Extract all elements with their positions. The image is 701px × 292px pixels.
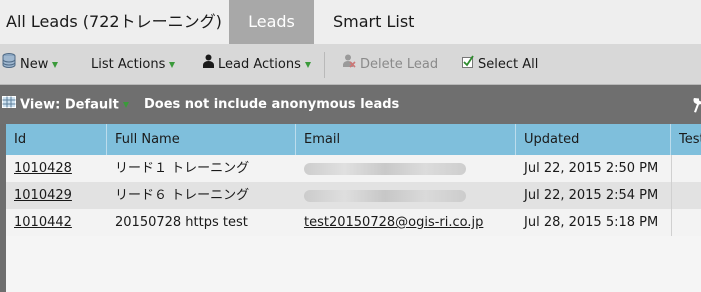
lead-email-obscured <box>296 182 466 209</box>
checkbox-icon <box>462 44 474 85</box>
app-root: All Leads (722トレーニング) Leads Smart List N… <box>0 0 701 292</box>
tab-leads[interactable]: Leads <box>229 0 314 44</box>
delete-lead-label: Delete Lead <box>360 57 439 72</box>
view-bar: View: Default Does not include anonymous… <box>0 86 701 124</box>
column-header-updated[interactable]: Updated <box>516 124 671 155</box>
table-row[interactable]: 1010429 リード６ トレーニング Jul 22, 2015 2:54 PM <box>6 182 701 209</box>
blurred-email <box>304 162 466 175</box>
view-label: View: Default <box>20 97 119 113</box>
chevron-down-icon <box>52 61 59 68</box>
anonymous-leads-note: Does not include anonymous leads <box>144 97 400 112</box>
lead-updated: Jul 28, 2015 5:18 PM <box>524 215 659 230</box>
chevron-down-icon <box>169 61 176 68</box>
lead-full-name: 20150728 https test <box>115 215 248 230</box>
chevron-down-icon <box>122 102 129 108</box>
column-header-id[interactable]: Id <box>6 124 107 155</box>
lead-full-name: リード１ トレーニング <box>115 161 250 176</box>
column-header-full-name[interactable]: Full Name <box>107 124 296 155</box>
wrench-icon[interactable] <box>692 97 701 117</box>
select-all-label: Select All <box>478 57 539 72</box>
tab-smart-list[interactable]: Smart List <box>333 0 414 44</box>
lead-email-link[interactable]: test20150728@ogis-ri.co.jp <box>296 209 483 236</box>
lead-email-obscured <box>296 155 466 182</box>
grid-icon <box>2 86 16 124</box>
table-row[interactable]: 1010442 20150728 https test test20150728… <box>6 209 701 236</box>
lead-id-link[interactable]: 1010429 <box>6 182 72 209</box>
lead-updated: Jul 22, 2015 2:50 PM <box>524 161 659 176</box>
tab-bar: All Leads (722トレーニング) Leads Smart List <box>0 0 701 44</box>
toolbar-divider <box>324 52 325 78</box>
lead-updated: Jul 22, 2015 2:54 PM <box>524 188 659 203</box>
delete-person-icon <box>342 44 356 85</box>
view-selector[interactable]: View: Default <box>2 86 129 124</box>
chevron-down-icon <box>304 61 311 68</box>
list-actions-label: List Actions <box>91 57 166 72</box>
new-button[interactable]: New <box>2 44 59 85</box>
blurred-email <box>304 189 466 202</box>
new-label: New <box>20 57 49 72</box>
select-all-button[interactable]: Select All <box>462 44 538 85</box>
column-header-email[interactable]: Email <box>296 124 516 155</box>
person-icon <box>203 44 214 85</box>
lead-actions-button[interactable]: Lead Actions <box>203 44 311 85</box>
tab-all-leads[interactable]: All Leads (722トレーニング) <box>6 0 222 44</box>
database-icon <box>2 44 16 85</box>
table-header: Id Full Name Email Updated Test <box>6 124 701 155</box>
leads-table: Id Full Name Email Updated Test 1010428 … <box>6 124 701 292</box>
column-divider <box>671 155 672 236</box>
list-actions-button[interactable]: List Actions <box>91 44 176 85</box>
column-header-test[interactable]: Test <box>671 124 701 155</box>
lead-id-link[interactable]: 1010442 <box>6 209 72 236</box>
lead-id-link[interactable]: 1010428 <box>6 155 72 182</box>
table-row[interactable]: 1010428 リード１ トレーニング Jul 22, 2015 2:50 PM <box>6 155 701 182</box>
lead-full-name: リード６ トレーニング <box>115 188 250 203</box>
lead-actions-label: Lead Actions <box>218 57 301 72</box>
delete-lead-button[interactable]: Delete Lead <box>342 44 438 85</box>
toolbar: New List Actions Lead Actions Delete Lea… <box>0 44 701 85</box>
